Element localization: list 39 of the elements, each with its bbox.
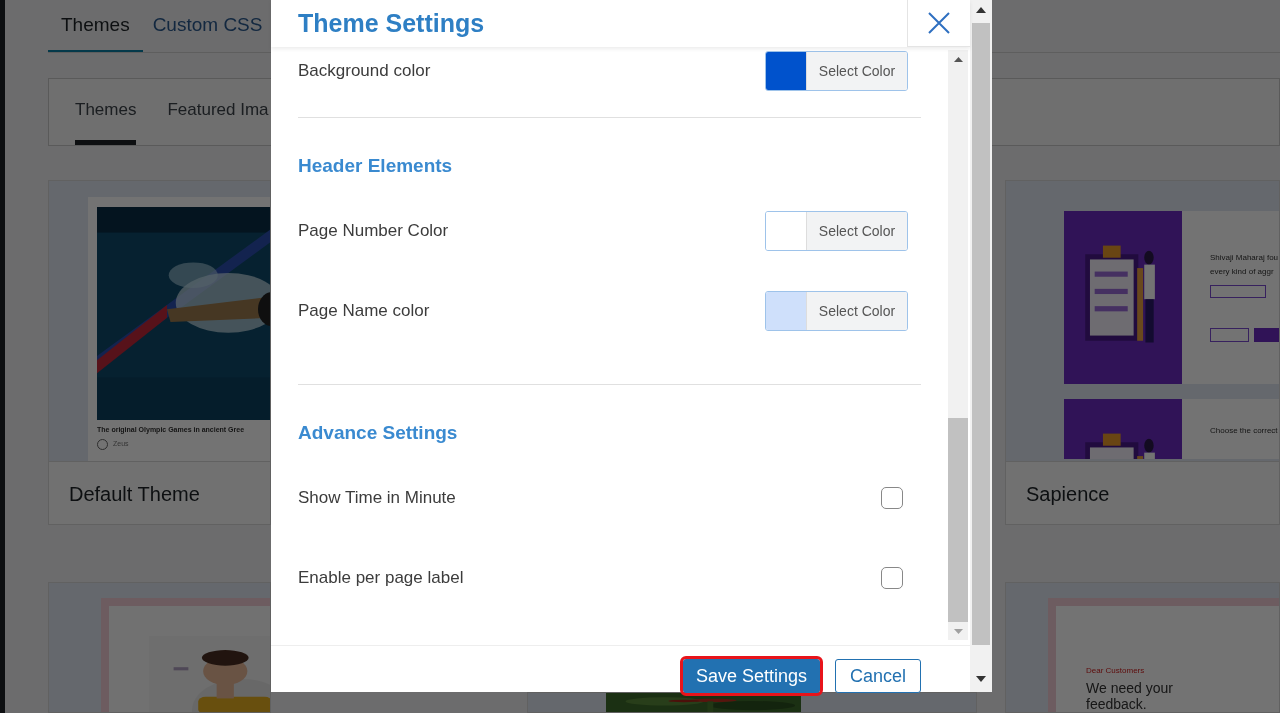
scrollbar-thumb[interactable]	[948, 418, 968, 622]
setting-label: Background color	[298, 60, 431, 83]
color-picker[interactable]: Select Color	[765, 291, 908, 331]
theme-card[interactable]	[48, 582, 271, 713]
theme-card[interactable]: Dear Customers We need your feedback.	[1005, 582, 1280, 713]
theme-card[interactable]: Shivaji Maharaj fou every kind of aggr Choose the correct Sapience	[1005, 180, 1280, 525]
scroll-down-icon[interactable]	[976, 676, 986, 682]
scrollbar[interactable]	[970, 0, 992, 692]
headline-text: We need your feedback.	[1086, 680, 1174, 712]
modal-title: Theme Settings	[298, 7, 485, 39]
setting-label: Page Number Color	[298, 220, 449, 243]
checkbox[interactable]	[881, 487, 903, 509]
scrollbar[interactable]	[948, 50, 968, 640]
scroll-up-icon[interactable]	[954, 57, 963, 62]
button[interactable]: Cancel	[834, 659, 921, 693]
question-text: Choose the correct	[1210, 425, 1278, 437]
card-title: Default Theme	[69, 482, 200, 507]
setting-label: Page Name color	[298, 300, 430, 323]
scrollbar-thumb[interactable]	[972, 23, 990, 645]
button[interactable]: Save Settings	[682, 659, 820, 693]
theme-card[interactable]	[527, 692, 977, 713]
setting-label: Show Time in Minute	[298, 487, 456, 510]
greeting-text: Dear Customers	[1086, 665, 1145, 677]
scroll-up-icon[interactable]	[976, 7, 986, 13]
card-title: Sapience	[1026, 482, 1110, 507]
section-heading: Header Elements	[298, 154, 454, 178]
tab[interactable]: Featured Ima	[167, 79, 269, 145]
setting-label: Enable per page label	[298, 567, 464, 590]
back-button[interactable]	[1210, 328, 1249, 342]
answer-option[interactable]	[1210, 285, 1266, 298]
tab[interactable]: Themes	[75, 79, 137, 145]
color-picker[interactable]: Select Color	[765, 211, 908, 251]
section-heading: Advance Settings	[298, 421, 459, 445]
color-picker[interactable]: Select Color	[765, 51, 908, 91]
radio-button[interactable]	[97, 439, 108, 450]
question-text: Shivaji Maharaj fou every kind of aggr	[1210, 252, 1279, 278]
close-icon	[928, 12, 950, 34]
checkbox[interactable]	[881, 567, 903, 589]
tab[interactable]: Custom CSS	[142, 0, 273, 53]
